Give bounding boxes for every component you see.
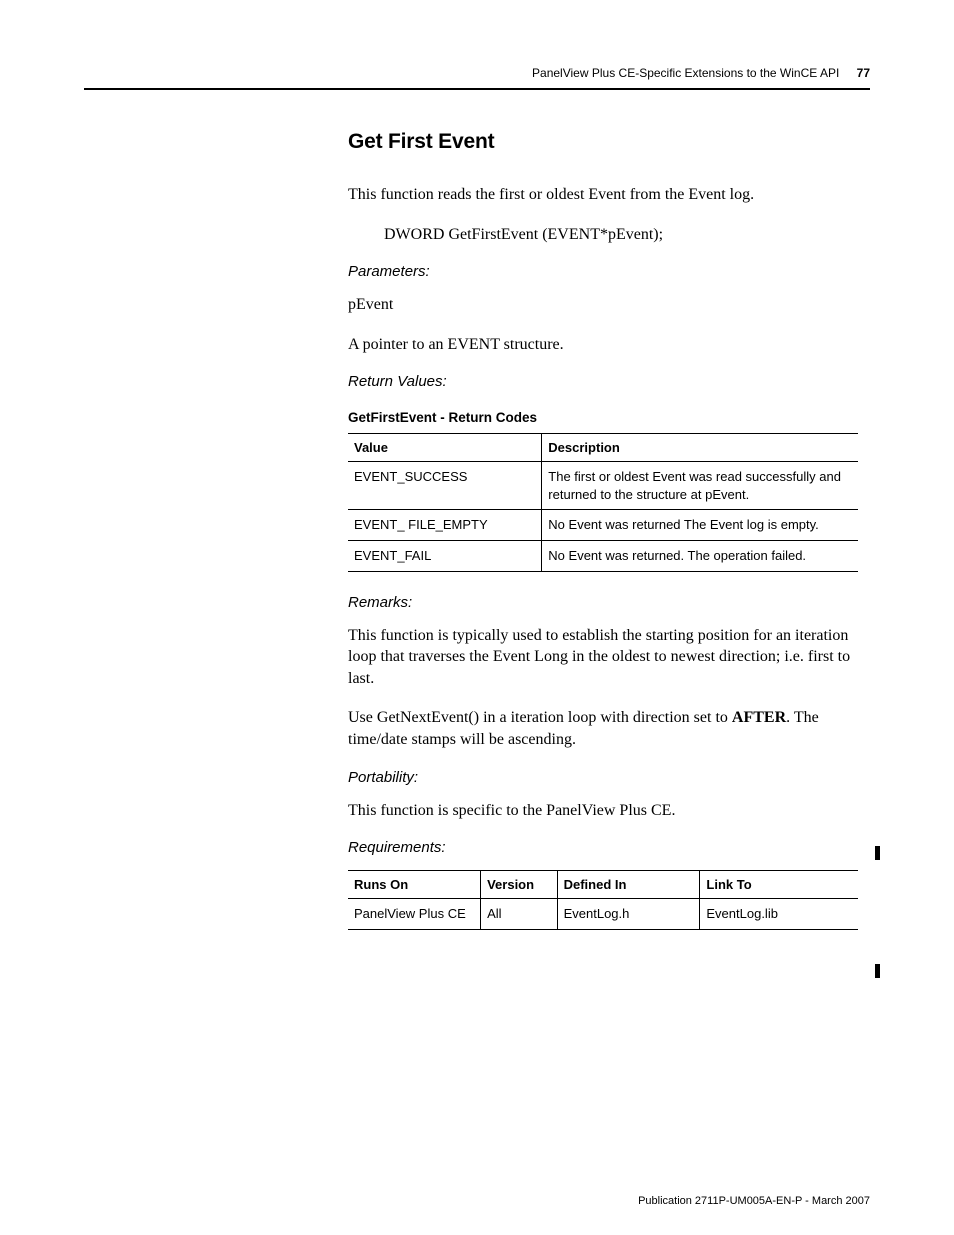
section-title: Get First Event xyxy=(348,130,858,154)
table-row: EVENT_SUCCESS The first or oldest Event … xyxy=(348,462,858,510)
header-rule xyxy=(84,88,870,90)
portability-label: Portability: xyxy=(348,769,858,786)
function-signature: DWORD GetFirstEvent (EVENT*pEvent); xyxy=(384,224,858,246)
running-header: PanelView Plus CE-Specific Extensions to… xyxy=(84,66,870,80)
cell-desc: No Event was returned. The operation fai… xyxy=(542,541,858,572)
publication-footer: Publication 2711P-UM005A-EN-P - March 20… xyxy=(638,1195,870,1207)
col-link-to: Link To xyxy=(700,871,858,899)
table-row: PanelView Plus CE All EventLog.h EventLo… xyxy=(348,899,858,930)
cell-value: EVENT_ FILE_EMPTY xyxy=(348,510,542,541)
remarks-label: Remarks: xyxy=(348,594,858,611)
col-defined-in: Defined In xyxy=(557,871,700,899)
table-row: EVENT_ FILE_EMPTY No Event was returned … xyxy=(348,510,858,541)
col-description: Description xyxy=(542,434,858,462)
requirements-table: Runs On Version Defined In Link To Panel… xyxy=(348,870,858,930)
col-runs-on: Runs On xyxy=(348,871,481,899)
return-codes-title: GetFirstEvent - Return Codes xyxy=(348,410,858,425)
cell-value: EVENT_FAIL xyxy=(348,541,542,572)
running-title: PanelView Plus CE-Specific Extensions to… xyxy=(532,66,839,80)
cell-value: EVENT_SUCCESS xyxy=(348,462,542,510)
return-values-label: Return Values: xyxy=(348,373,858,390)
cell-defined-in: EventLog.h xyxy=(557,899,700,930)
parameters-label: Parameters: xyxy=(348,263,858,280)
table-header-row: Value Description xyxy=(348,434,858,462)
remarks-paragraph-2: Use GetNextEvent() in a iteration loop w… xyxy=(348,707,858,750)
change-bar-icon xyxy=(875,964,880,978)
return-codes-table: Value Description EVENT_SUCCESS The firs… xyxy=(348,433,858,571)
remarks-paragraph-1: This function is typically used to estab… xyxy=(348,625,858,690)
table-row: EVENT_FAIL No Event was returned. The op… xyxy=(348,541,858,572)
parameter-description: A pointer to an EVENT structure. xyxy=(348,334,858,356)
col-value: Value xyxy=(348,434,542,462)
table-header-row: Runs On Version Defined In Link To xyxy=(348,871,858,899)
col-version: Version xyxy=(481,871,558,899)
intro-paragraph: This function reads the first or oldest … xyxy=(348,184,858,206)
parameter-name: pEvent xyxy=(348,294,858,316)
requirements-label: Requirements: xyxy=(348,839,858,856)
page-number: 77 xyxy=(857,66,870,80)
cell-desc: No Event was returned The Event log is e… xyxy=(542,510,858,541)
portability-text: This function is specific to the PanelVi… xyxy=(348,800,858,822)
cell-version: All xyxy=(481,899,558,930)
cell-desc: The first or oldest Event was read succe… xyxy=(542,462,858,510)
cell-link-to: EventLog.lib xyxy=(700,899,858,930)
change-bar-icon xyxy=(875,846,880,860)
cell-runs-on: PanelView Plus CE xyxy=(348,899,481,930)
